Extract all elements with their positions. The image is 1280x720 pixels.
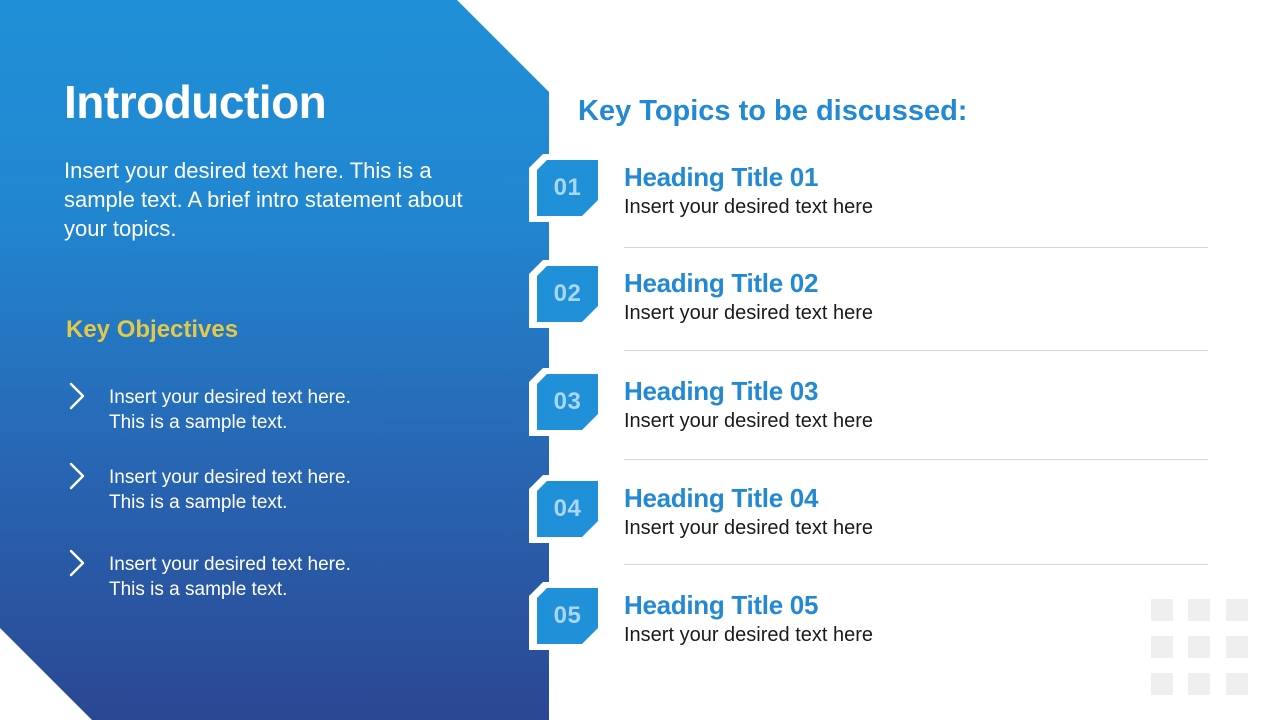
topic-item: 03 Heading Title 03 Insert your desired … [529, 368, 1219, 438]
number-badge: 05 [529, 582, 599, 650]
chevron-right-icon [69, 549, 85, 577]
grid-square [1151, 636, 1173, 658]
topic-text: Insert your desired text here [624, 196, 874, 218]
objective-text: Insert your desired text here. This is a… [109, 552, 351, 602]
topic-heading: Heading Title 01 [624, 162, 819, 192]
grid-square [1226, 673, 1248, 695]
intro-title: Introduction [64, 76, 327, 128]
badge-number: 03 [553, 388, 582, 415]
badge-number: 02 [553, 280, 582, 307]
grid-square [1151, 599, 1173, 621]
grid-square [1188, 673, 1210, 695]
topic-text: Insert your desired text here [624, 624, 874, 646]
topic-heading: Heading Title 03 [624, 376, 819, 406]
chevron-right-icon [69, 382, 85, 410]
dot-grid-icon [1151, 599, 1249, 695]
objective-text: Insert your desired text here. This is a… [109, 385, 351, 435]
divider [624, 350, 1208, 351]
topics-title: Key Topics to be discussed: [578, 95, 968, 127]
objective-line-1: Insert your desired text here. [109, 467, 351, 488]
topic-text: Insert your desired text here [624, 302, 874, 324]
number-badge: 03 [529, 368, 599, 436]
grid-square [1226, 599, 1248, 621]
objective-line-2: This is a sample text. [109, 492, 288, 513]
topic-heading: Heading Title 02 [624, 268, 819, 298]
grid-square [1151, 673, 1173, 695]
badge-number: 04 [553, 495, 582, 522]
badge-number: 05 [553, 602, 582, 629]
number-badge: 01 [529, 154, 599, 222]
topic-text: Insert your desired text here [624, 410, 874, 432]
topic-item: 02 Heading Title 02 Insert your desired … [529, 260, 1219, 330]
grid-square [1188, 636, 1210, 658]
topic-item: 01 Heading Title 01 Insert your desired … [529, 154, 1219, 224]
topic-item: 04 Heading Title 04 Insert your desired … [529, 475, 1219, 545]
objectives-heading: Key Objectives [66, 316, 239, 343]
topic-heading: Heading Title 05 [624, 590, 819, 620]
divider [624, 564, 1208, 565]
divider [624, 459, 1208, 460]
objective-line-1: Insert your desired text here. [109, 387, 351, 408]
topic-text: Insert your desired text here [624, 517, 874, 539]
intro-text: Insert your desired text here. This is a… [64, 158, 463, 241]
objective-line-2: This is a sample text. [109, 579, 288, 600]
topic-heading: Heading Title 04 [624, 483, 819, 513]
objective-text: Insert your desired text here. This is a… [109, 465, 351, 515]
chevron-right-icon [69, 462, 85, 490]
grid-square [1226, 636, 1248, 658]
objective-line-2: This is a sample text. [109, 412, 288, 433]
topic-item: 05 Heading Title 05 Insert your desired … [529, 582, 1219, 652]
grid-square [1188, 599, 1210, 621]
number-badge: 02 [529, 260, 599, 328]
divider [624, 247, 1208, 248]
badge-number: 01 [553, 174, 582, 201]
number-badge: 04 [529, 475, 599, 543]
objective-line-1: Insert your desired text here. [109, 554, 351, 575]
